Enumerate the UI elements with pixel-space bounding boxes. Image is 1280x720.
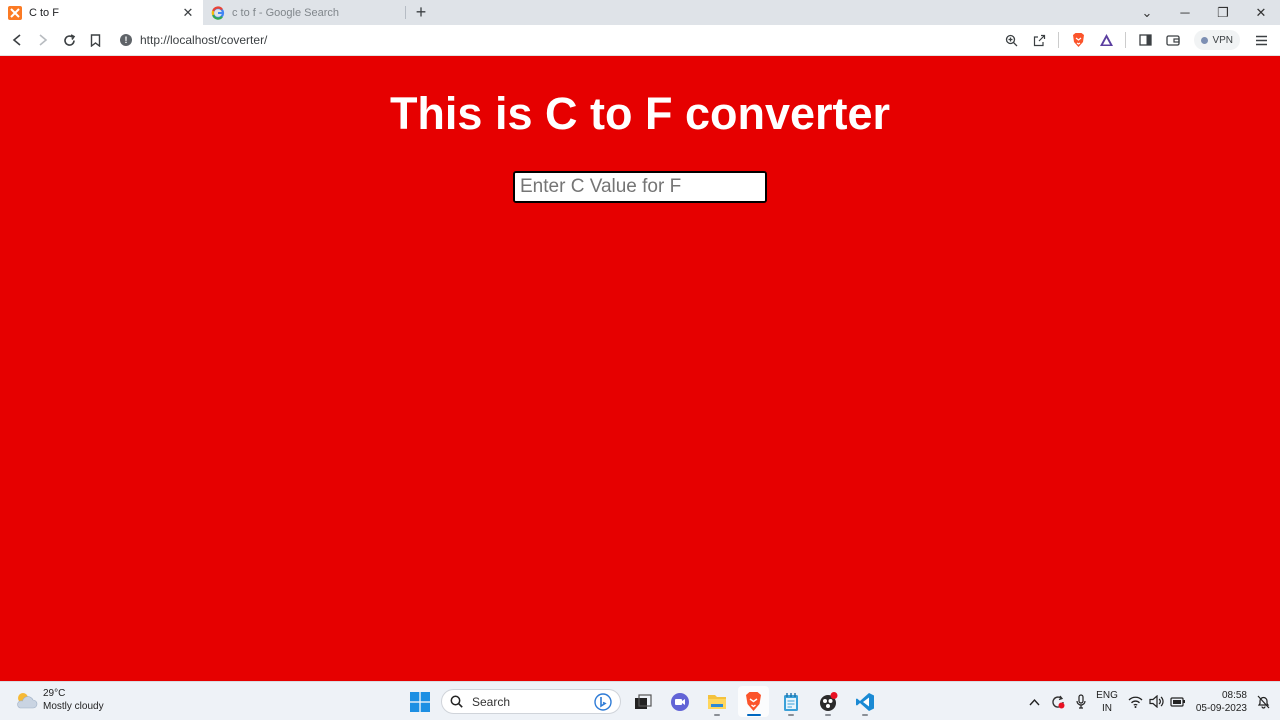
- battery-icon: [1170, 697, 1185, 707]
- volume-icon: [1149, 695, 1164, 708]
- sync-icon[interactable]: [1050, 694, 1066, 710]
- network-volume-battery[interactable]: [1128, 695, 1186, 708]
- toolbar-divider: [1125, 32, 1127, 48]
- site-info-icon[interactable]: !: [120, 34, 132, 46]
- tab-title: C to F: [29, 6, 59, 19]
- windows-start-icon: [409, 691, 430, 712]
- vscode-icon: [855, 692, 874, 711]
- bookmark-button[interactable]: [82, 27, 108, 53]
- page-title: This is C to F converter: [389, 88, 891, 139]
- taskbar: 29°C Mostly cloudy Search ENG IN 08:58 0…: [0, 681, 1280, 720]
- weather-widget[interactable]: 29°C Mostly cloudy: [14, 687, 104, 713]
- zoom-button[interactable]: [998, 27, 1024, 53]
- obs-record-icon: [819, 691, 837, 711]
- chat-icon: [670, 692, 689, 711]
- weather-temp: 29°C: [43, 688, 66, 699]
- file-explorer-button[interactable]: [701, 686, 732, 717]
- search-label: Search: [472, 694, 511, 709]
- toolbar-divider: [1058, 32, 1060, 48]
- reload-button[interactable]: [56, 27, 82, 53]
- running-indicator: [713, 714, 720, 716]
- address-bar[interactable]: ! http://localhost/coverter/: [120, 33, 998, 47]
- system-tray: ENG IN 08:58 05-09-2023: [1029, 685, 1270, 718]
- notification-bell-icon[interactable]: [1257, 695, 1270, 709]
- language-code: ENG: [1096, 689, 1118, 701]
- minimize-icon[interactable]: ─: [1166, 5, 1204, 20]
- search-icon: [450, 695, 463, 708]
- start-button[interactable]: [404, 686, 435, 717]
- vpn-label: VPN: [1212, 34, 1233, 46]
- taskbar-apps: Search: [404, 685, 880, 718]
- wallet-button[interactable]: [1160, 27, 1186, 53]
- celsius-input[interactable]: [513, 171, 767, 203]
- folder-icon: [707, 695, 726, 709]
- sidebar-icon: [1139, 34, 1152, 46]
- browser-toolbar: ! http://localhost/coverter/ VPN: [0, 25, 1280, 56]
- vscode-button[interactable]: [849, 686, 880, 717]
- new-tab-button[interactable]: +: [408, 0, 434, 25]
- back-icon: [12, 34, 21, 46]
- sidebar-button[interactable]: [1132, 27, 1158, 53]
- wallet-icon: [1166, 35, 1181, 46]
- brave-browser-button[interactable]: [738, 686, 769, 717]
- teams-chat-button[interactable]: [664, 686, 695, 717]
- obs-studio-button[interactable]: [812, 686, 843, 717]
- hamburger-menu-icon: [1255, 35, 1267, 45]
- running-indicator: [746, 714, 761, 716]
- running-indicator: [824, 714, 831, 716]
- brave-shields-button[interactable]: [1065, 27, 1091, 53]
- menu-button[interactable]: [1248, 27, 1274, 53]
- google-icon: [211, 6, 225, 20]
- brave-lion-icon: [1072, 33, 1084, 47]
- taskbar-search[interactable]: Search: [441, 689, 621, 714]
- show-hidden-icons-chevron-icon[interactable]: [1029, 698, 1040, 706]
- window-controls: ⌄ ─ ❐ ✕: [1128, 0, 1280, 25]
- notepad-button[interactable]: [775, 686, 806, 717]
- cloudy-weather-icon: [17, 693, 38, 709]
- tab-title: c to f - Google Search: [232, 6, 339, 19]
- weather-text: 29°C Mostly cloudy: [43, 687, 104, 713]
- page-content: This is C to F converter: [0, 56, 1280, 681]
- share-button[interactable]: [1026, 27, 1052, 53]
- back-button[interactable]: [4, 27, 30, 53]
- wifi-icon: [1128, 696, 1143, 708]
- toolbar-right: VPN: [998, 27, 1280, 53]
- notepad-icon: [783, 692, 798, 711]
- language-indicator[interactable]: ENG IN: [1096, 689, 1118, 715]
- clock[interactable]: 08:58 05-09-2023: [1196, 689, 1247, 715]
- brave-rewards-button[interactable]: [1093, 27, 1119, 53]
- vpn-button[interactable]: VPN: [1194, 30, 1240, 50]
- xampp-icon: [8, 5, 22, 20]
- microphone-icon[interactable]: [1076, 694, 1086, 709]
- browser-tab-bar: C to F ✕ c to f - Google Search + ⌄ ─ ❐ …: [0, 0, 1280, 25]
- language-region: IN: [1102, 702, 1112, 714]
- reload-icon: [63, 33, 75, 46]
- zoom-icon: [1005, 34, 1018, 46]
- share-icon: [1033, 34, 1046, 46]
- clock-time: 08:58: [1221, 689, 1247, 701]
- restore-icon[interactable]: ❐: [1204, 5, 1242, 21]
- tab-c-to-f[interactable]: C to F ✕: [0, 0, 203, 25]
- url-text: http://localhost/coverter/: [140, 33, 268, 47]
- running-indicator: [861, 714, 868, 716]
- vpn-status-icon: [1201, 36, 1209, 44]
- brave-rewards-icon: [1099, 34, 1113, 46]
- task-view-icon: [634, 693, 652, 709]
- weather-desc: Mostly cloudy: [43, 701, 104, 712]
- close-window-icon[interactable]: ✕: [1242, 5, 1280, 21]
- running-indicator: [787, 714, 794, 716]
- clock-date: 05-09-2023: [1195, 702, 1247, 714]
- forward-button[interactable]: [30, 27, 56, 53]
- brave-browser-icon: [746, 692, 761, 711]
- close-tab-icon[interactable]: ✕: [181, 5, 195, 20]
- tab-google-search[interactable]: c to f - Google Search: [203, 0, 406, 25]
- bookmark-icon: [90, 33, 100, 47]
- task-view-button[interactable]: [627, 686, 658, 717]
- tab-list-chevron-icon[interactable]: ⌄: [1128, 5, 1166, 21]
- forward-icon: [39, 34, 48, 46]
- bing-icon: [594, 692, 612, 711]
